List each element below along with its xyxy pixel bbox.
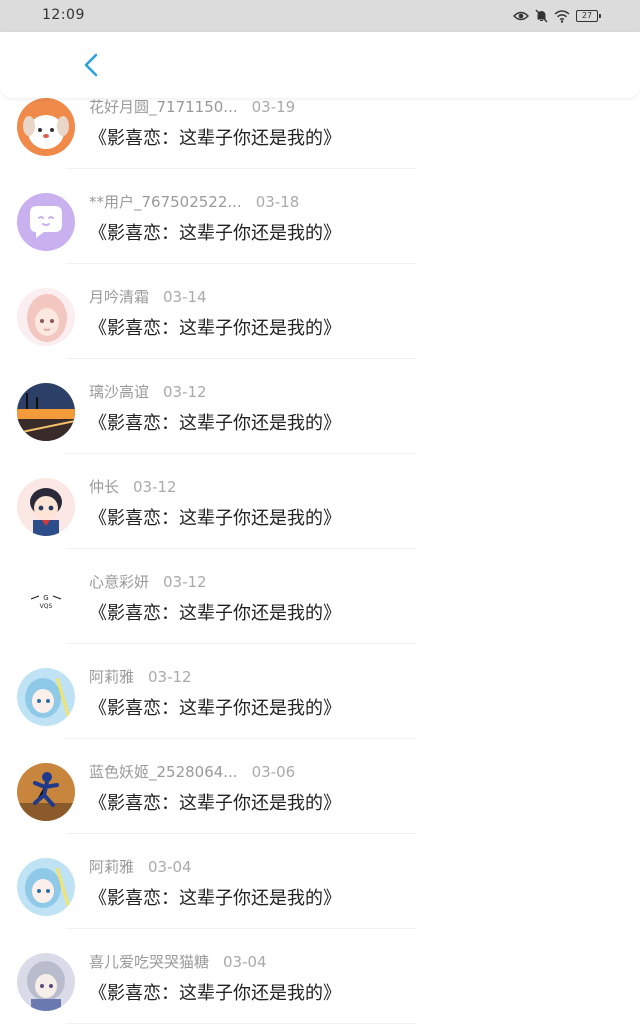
comment-username[interactable]: 月吟清霜 — [89, 288, 149, 306]
comment-date: 03-04 — [148, 858, 192, 876]
comment-username[interactable]: 蓝色妖姬_2528064... — [89, 763, 238, 781]
comment-text: 《影喜恋：这辈子你还是我的》 — [89, 793, 341, 814]
comment-text: 《影喜恋：这辈子你还是我的》 — [89, 128, 341, 149]
eye-icon — [513, 11, 529, 21]
comment-text: 《影喜恋：这辈子你还是我的》 — [89, 888, 341, 909]
anime-blue-avatar-icon — [17, 858, 75, 916]
comment-text: 《影喜恋：这辈子你还是我的》 — [89, 983, 341, 1004]
avatar[interactable] — [17, 478, 75, 536]
avatar[interactable] — [17, 763, 75, 821]
avatar-logo-bottom: VQS — [40, 603, 53, 610]
avatar[interactable] — [17, 668, 75, 726]
anime-boy-avatar-icon — [17, 478, 75, 536]
comment-username[interactable]: 心意彩妍 — [89, 573, 149, 591]
comment-item[interactable]: **用户_767502522... 03-18 《影喜恋：这辈子你还是我的》 — [0, 169, 640, 264]
comment-date: 03-06 — [251, 763, 296, 781]
mute-bell-icon — [535, 9, 548, 23]
back-button[interactable] — [76, 50, 106, 80]
runner-avatar-icon — [17, 763, 75, 821]
comment-username[interactable]: **用户_767502522... — [89, 193, 242, 211]
comment-date: 03-12 — [133, 478, 177, 496]
battery-level: 27 — [581, 11, 593, 20]
avatar-logo-top: G — [43, 594, 48, 602]
avatar[interactable] — [17, 98, 75, 156]
comment-item[interactable]: G VQS 心意彩妍 03-12 《影喜恋：这辈子你还是我的》 — [0, 549, 640, 644]
comment-date: 03-12 — [148, 668, 192, 686]
comment-username[interactable]: 阿莉雅 — [89, 858, 134, 876]
default-user-avatar-icon — [17, 193, 75, 251]
comment-text: 《影喜恋：这辈子你还是我的》 — [89, 603, 341, 624]
cartoon-dog-avatar-icon — [17, 98, 75, 156]
comment-date: 03-14 — [163, 288, 207, 306]
comment-text: 《影喜恋：这辈子你还是我的》 — [89, 698, 341, 719]
wifi-icon — [554, 9, 570, 23]
comment-text: 《影喜恋：这辈子你还是我的》 — [89, 318, 341, 339]
comment-date: 03-19 — [251, 98, 296, 116]
chevron-left-icon — [84, 53, 98, 77]
comment-username[interactable]: 喜儿爱吃哭哭猫糖 — [89, 953, 209, 971]
comment-item[interactable]: 阿莉雅 03-12 《影喜恋：这辈子你还是我的》 — [0, 644, 640, 739]
comment-list[interactable]: 花好月圆_7171150... 03-19 《影喜恋：这辈子你还是我的》 **用户… — [0, 98, 640, 1024]
comment-item[interactable]: 花好月圆_7171150... 03-19 《影喜恋：这辈子你还是我的》 — [0, 98, 640, 169]
comment-item[interactable]: 仲长 03-12 《影喜恋：这辈子你还是我的》 — [0, 454, 640, 549]
comment-username[interactable]: 仲长 — [89, 478, 119, 496]
avatar[interactable] — [17, 953, 75, 1011]
comment-text: 《影喜恋：这辈子你还是我的》 — [89, 223, 341, 244]
top-bar — [0, 32, 640, 98]
comment-text: 《影喜恋：这辈子你还是我的》 — [89, 508, 341, 529]
avatar[interactable] — [17, 858, 75, 916]
comment-date: 03-12 — [163, 573, 207, 591]
comment-date: 03-18 — [255, 193, 300, 211]
avatar[interactable]: G VQS — [17, 573, 75, 631]
comment-date: 03-04 — [223, 953, 267, 971]
status-icons: 27 — [513, 9, 601, 23]
avatar[interactable] — [17, 193, 75, 251]
comment-username[interactable]: 璃沙高谊 — [89, 383, 149, 401]
status-time: 12:09 — [42, 7, 85, 23]
avatar[interactable] — [17, 383, 75, 441]
sunset-road-avatar-icon — [17, 383, 75, 441]
comment-item[interactable]: 月吟清霜 03-14 《影喜恋：这辈子你还是我的》 — [0, 264, 640, 359]
comment-date: 03-12 — [163, 383, 207, 401]
battery-icon: 27 — [576, 10, 601, 22]
anime-silver-avatar-icon — [17, 953, 75, 1011]
comment-item[interactable]: 喜儿爱吃哭哭猫糖 03-04 《影喜恋：这辈子你还是我的》 — [0, 929, 640, 1024]
anime-blue-avatar-icon — [17, 668, 75, 726]
status-bar: 12:09 27 — [0, 0, 640, 32]
comment-item[interactable]: 璃沙高谊 03-12 《影喜恋：这辈子你还是我的》 — [0, 359, 640, 454]
vqs-logo-avatar-icon: G VQS — [17, 573, 75, 631]
comment-username[interactable]: 花好月圆_7171150... — [89, 98, 238, 116]
comment-item[interactable]: 蓝色妖姬_2528064... 03-06 《影喜恋：这辈子你还是我的》 — [0, 739, 640, 834]
avatar[interactable] — [17, 288, 75, 346]
comment-username[interactable]: 阿莉雅 — [89, 668, 134, 686]
anime-girl-avatar-icon — [17, 288, 75, 346]
comment-text: 《影喜恋：这辈子你还是我的》 — [89, 413, 341, 434]
comment-item[interactable]: 阿莉雅 03-04 《影喜恋：这辈子你还是我的》 — [0, 834, 640, 929]
